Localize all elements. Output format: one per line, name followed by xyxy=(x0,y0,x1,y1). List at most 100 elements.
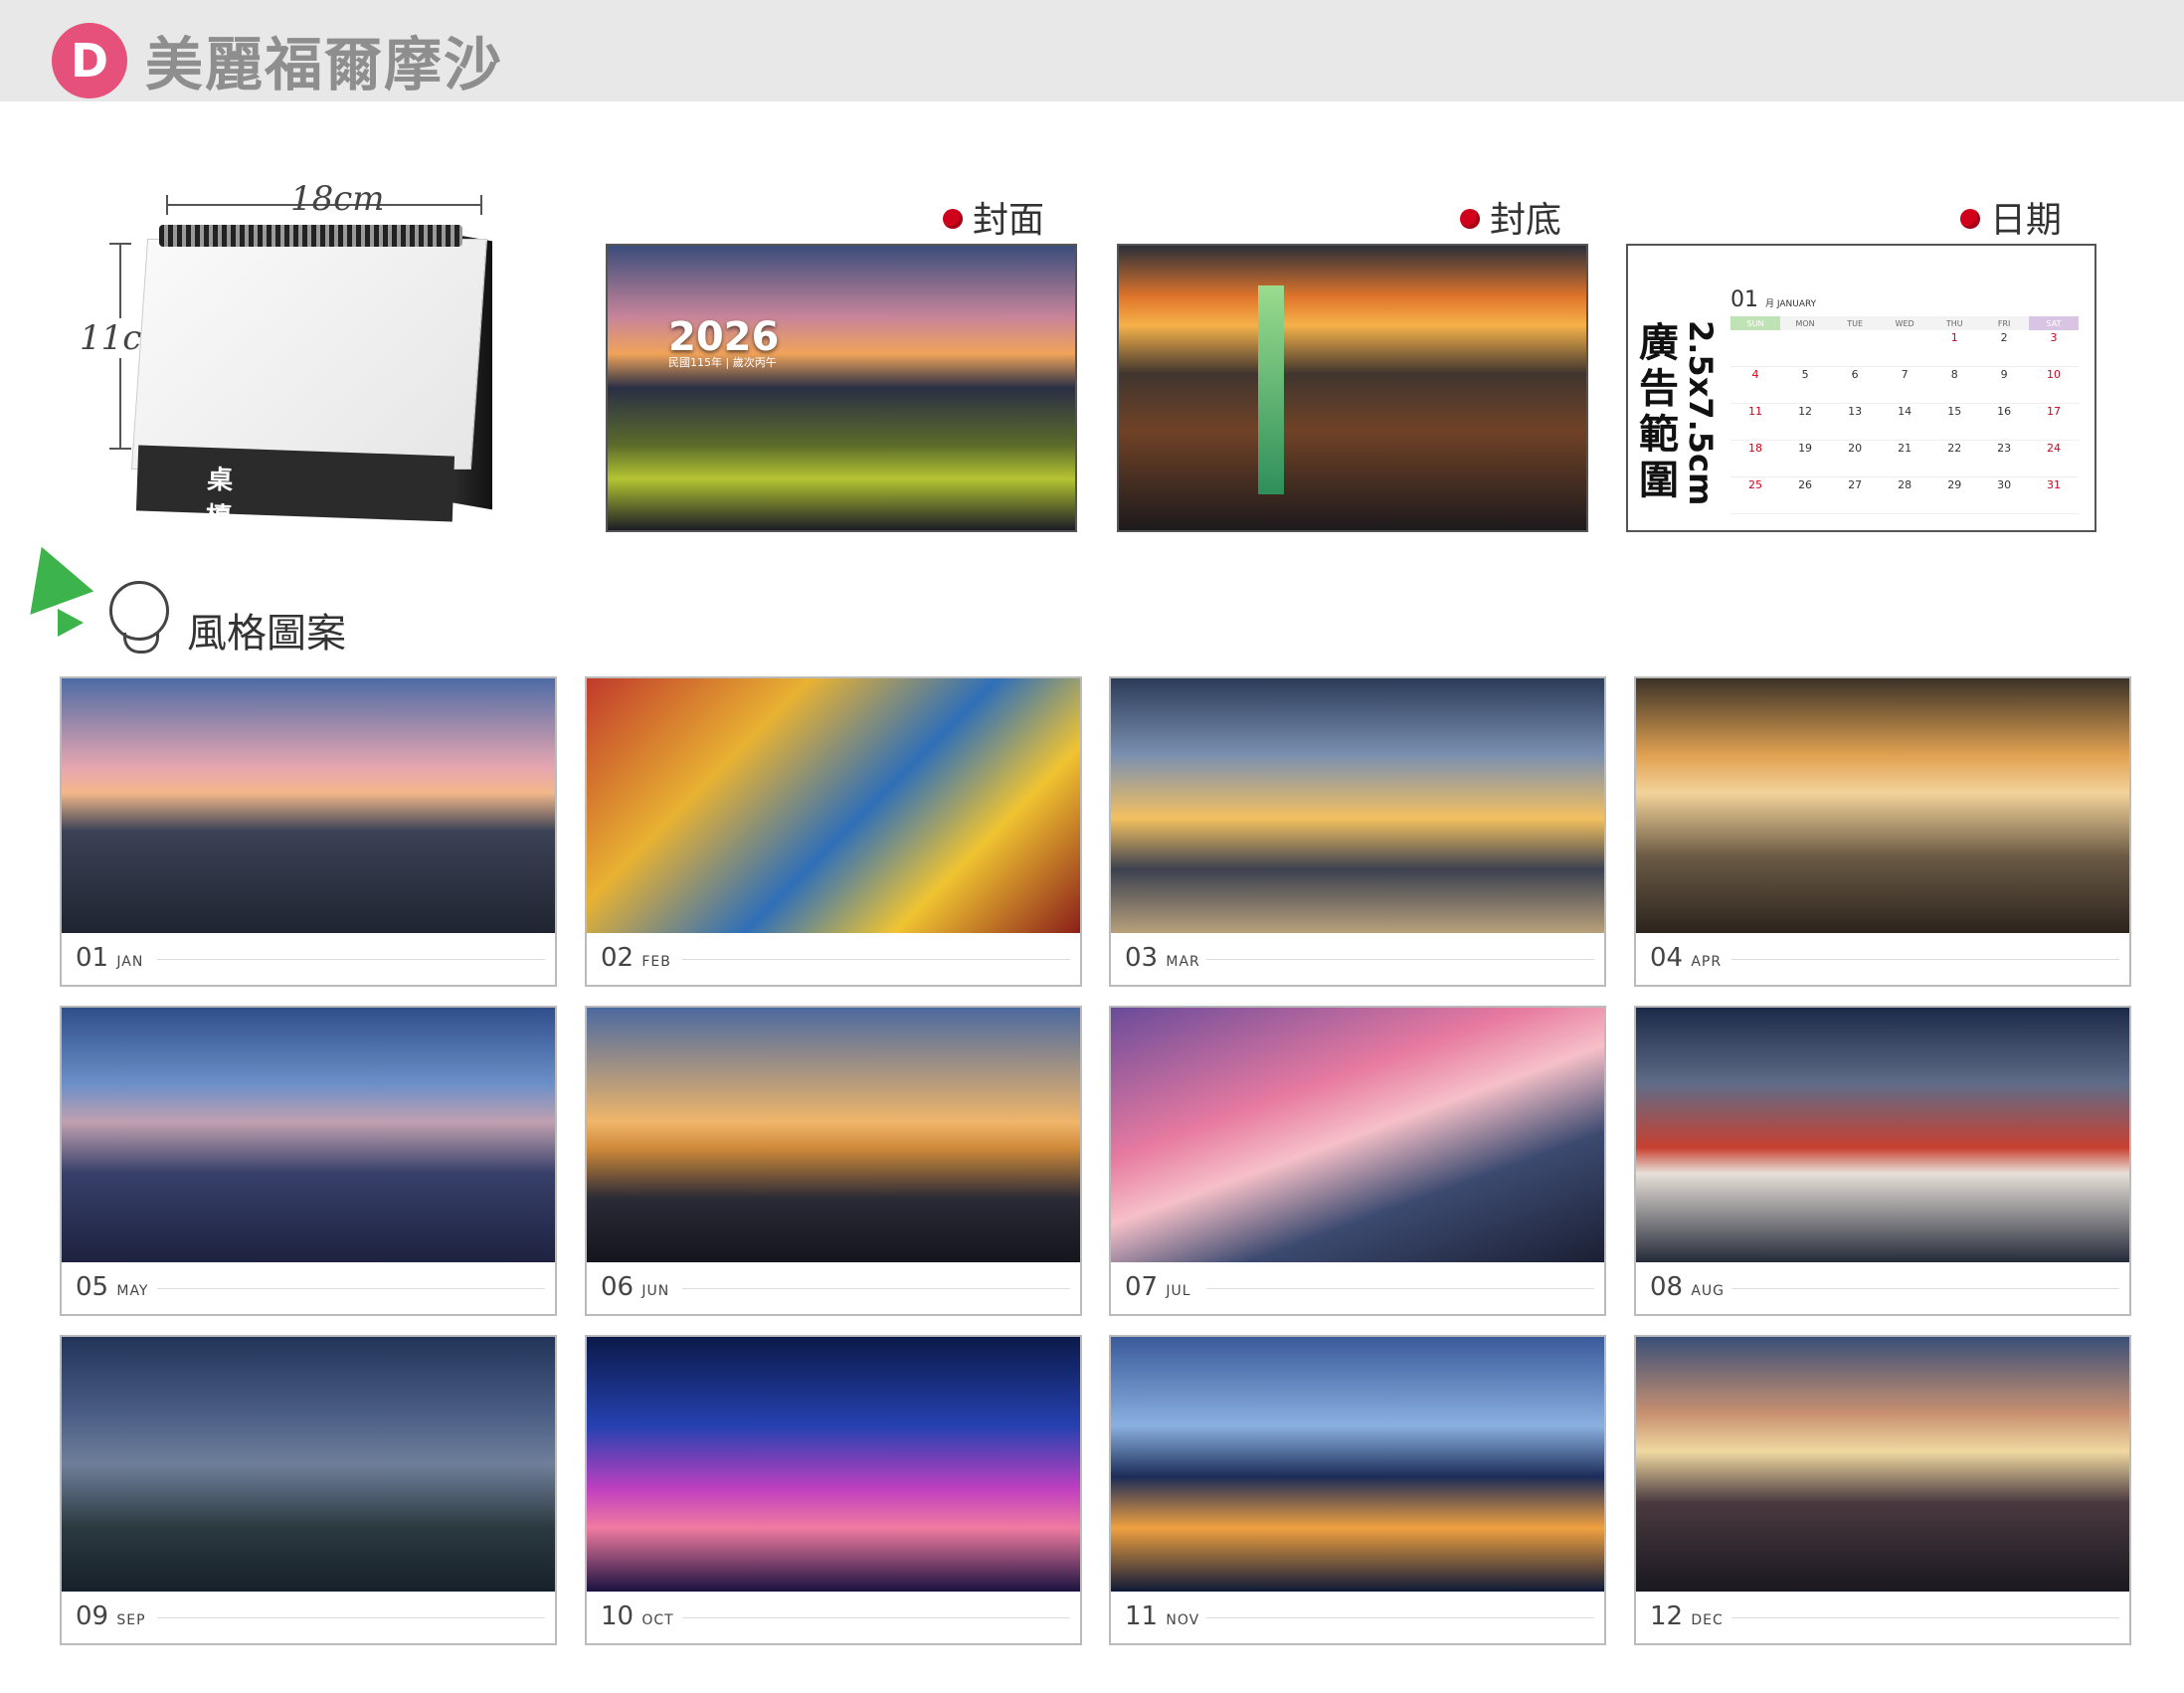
mini-calendar-day: 8 xyxy=(1929,366,1980,404)
back-heading: 封底 xyxy=(1460,191,1561,243)
month-photo xyxy=(62,1008,555,1262)
month-card: 06 JUN xyxy=(585,1006,1082,1316)
month-day-strip xyxy=(1206,1276,1594,1302)
mini-calendar-day: 11 xyxy=(1730,403,1780,441)
mini-calendar-day: 21 xyxy=(1880,440,1930,477)
month-name: SEP xyxy=(116,1612,146,1628)
cover-heading: 封面 xyxy=(943,191,1044,243)
month-day-strip xyxy=(1731,1605,2119,1631)
girl-body-icon xyxy=(123,633,159,654)
month-day-strip xyxy=(682,947,1070,973)
month-label: 07 JUL xyxy=(1125,1272,1191,1302)
girl-face-icon xyxy=(109,581,169,641)
mini-calendar-day: 15 xyxy=(1929,403,1980,441)
month-name: APR xyxy=(1691,954,1723,970)
green-triangle-icon xyxy=(9,535,94,615)
month-card: 11 NOV xyxy=(1109,1335,1606,1645)
month-card: 04 APR xyxy=(1634,676,2131,987)
mini-calendar-day: 3 xyxy=(2029,330,2079,367)
month-number: 01 xyxy=(76,943,109,973)
month-name: MAY xyxy=(116,1283,149,1299)
mini-calendar-day: 20 xyxy=(1830,440,1881,477)
month-label: 08 AUG xyxy=(1650,1272,1725,1302)
bullet-dot-icon xyxy=(943,209,963,229)
mini-calendar-day: 5 xyxy=(1780,366,1831,404)
bullet-dot-icon xyxy=(1960,209,1980,229)
height-dimension-tick xyxy=(109,448,131,450)
month-day-strip xyxy=(157,1276,545,1302)
month-number: 06 xyxy=(601,1272,635,1302)
month-number: 08 xyxy=(1650,1272,1684,1302)
month-day-strip xyxy=(1206,1605,1594,1631)
mini-calendar-row: 11 12 13 14 15 16 17 xyxy=(1730,403,2079,441)
mini-calendar-day: 24 xyxy=(2029,440,2079,477)
mini-calendar-body: 1 2 3 4 5 6 7 8 9 10 11 12 13 14 15 16 17 18 19 20 21 22 23 24 2… xyxy=(1730,330,2079,514)
page-title: 美麗福爾摩沙 xyxy=(145,31,504,98)
mini-calendar-row: 25 26 27 28 29 30 31 xyxy=(1730,476,2079,514)
mini-calendar-day: 31 xyxy=(2029,476,2079,514)
taipei101-shape xyxy=(1258,285,1284,494)
month-label: 10 OCT xyxy=(601,1601,674,1631)
mini-calendar-day: 6 xyxy=(1830,366,1881,404)
mini-calendar-day: 10 xyxy=(2029,366,2079,404)
mini-calendar-day: 13 xyxy=(1830,403,1881,441)
mini-calendar-day: 9 xyxy=(1979,366,2030,404)
month-name: NOV xyxy=(1166,1612,1200,1628)
mini-calendar-day: 27 xyxy=(1830,476,1881,514)
month-card: 05 MAY xyxy=(60,1006,557,1316)
mini-calendar-day: 22 xyxy=(1929,440,1980,477)
month-label: 05 MAY xyxy=(76,1272,148,1302)
month-day-strip xyxy=(682,1276,1070,1302)
month-name: JUL xyxy=(1166,1283,1191,1299)
mini-calendar-day: 16 xyxy=(1979,403,2030,441)
month-card: 01 JAN xyxy=(60,676,557,987)
mini-calendar-day: 29 xyxy=(1929,476,1980,514)
mini-calendar-day xyxy=(1830,330,1881,367)
section-badge: D xyxy=(52,23,127,98)
month-photo xyxy=(587,1008,1080,1262)
month-number: 09 xyxy=(76,1601,109,1631)
month-label: 12 DEC xyxy=(1650,1601,1724,1631)
month-label: 01 JAN xyxy=(76,943,143,973)
month-number: 04 xyxy=(1650,943,1684,973)
month-number: 10 xyxy=(601,1601,635,1631)
mini-calendar-day xyxy=(1730,330,1780,367)
month-day-strip xyxy=(1731,947,2119,973)
mini-calendar-row: 18 19 20 21 22 23 24 xyxy=(1730,440,2079,477)
weekday-header: MON xyxy=(1780,316,1831,330)
month-day-strip xyxy=(1206,947,1594,973)
bullet-dot-icon xyxy=(1460,209,1480,229)
mini-calendar-row: 123 xyxy=(1730,330,2079,367)
calendar-page xyxy=(130,239,488,470)
weekday-header: FRI xyxy=(1979,316,2030,330)
mini-calendar-day: 25 xyxy=(1730,476,1780,514)
weekday-header: SAT xyxy=(2029,316,2079,330)
mini-month-title: 01 月 JANUARY xyxy=(1730,287,1817,312)
month-name: FEB xyxy=(641,954,671,970)
month-name: JUN xyxy=(641,1283,670,1299)
green-arrow-icon xyxy=(58,609,84,637)
spiral-binding xyxy=(159,225,462,247)
calendar-base xyxy=(135,445,455,522)
mini-calendar-day: 17 xyxy=(2029,403,2079,441)
month-day-strip xyxy=(157,947,545,973)
month-photo xyxy=(62,678,555,933)
month-label: 02 FEB xyxy=(601,943,671,973)
month-number: 02 xyxy=(601,943,635,973)
mini-calendar-day: 2 xyxy=(1979,330,2030,367)
month-photo xyxy=(587,1337,1080,1592)
ad-size-label: 2.5x7.5cm xyxy=(1682,320,1720,506)
mini-calendar-day: 30 xyxy=(1979,476,2030,514)
month-number: 07 xyxy=(1125,1272,1159,1302)
weekday-header: TUE xyxy=(1830,316,1881,330)
month-card: 10 OCT xyxy=(585,1335,1082,1645)
width-label: 18cm xyxy=(290,179,385,219)
month-name: OCT xyxy=(641,1612,674,1628)
mini-calendar-day: 18 xyxy=(1730,440,1780,477)
weekday-header: WED xyxy=(1880,316,1930,330)
mini-calendar-day: 14 xyxy=(1880,403,1930,441)
mini-calendar-day: 7 xyxy=(1880,366,1930,404)
width-dimension-tick xyxy=(166,195,168,215)
height-dimension-tick xyxy=(109,243,131,245)
cover-preview-image xyxy=(606,244,1077,532)
